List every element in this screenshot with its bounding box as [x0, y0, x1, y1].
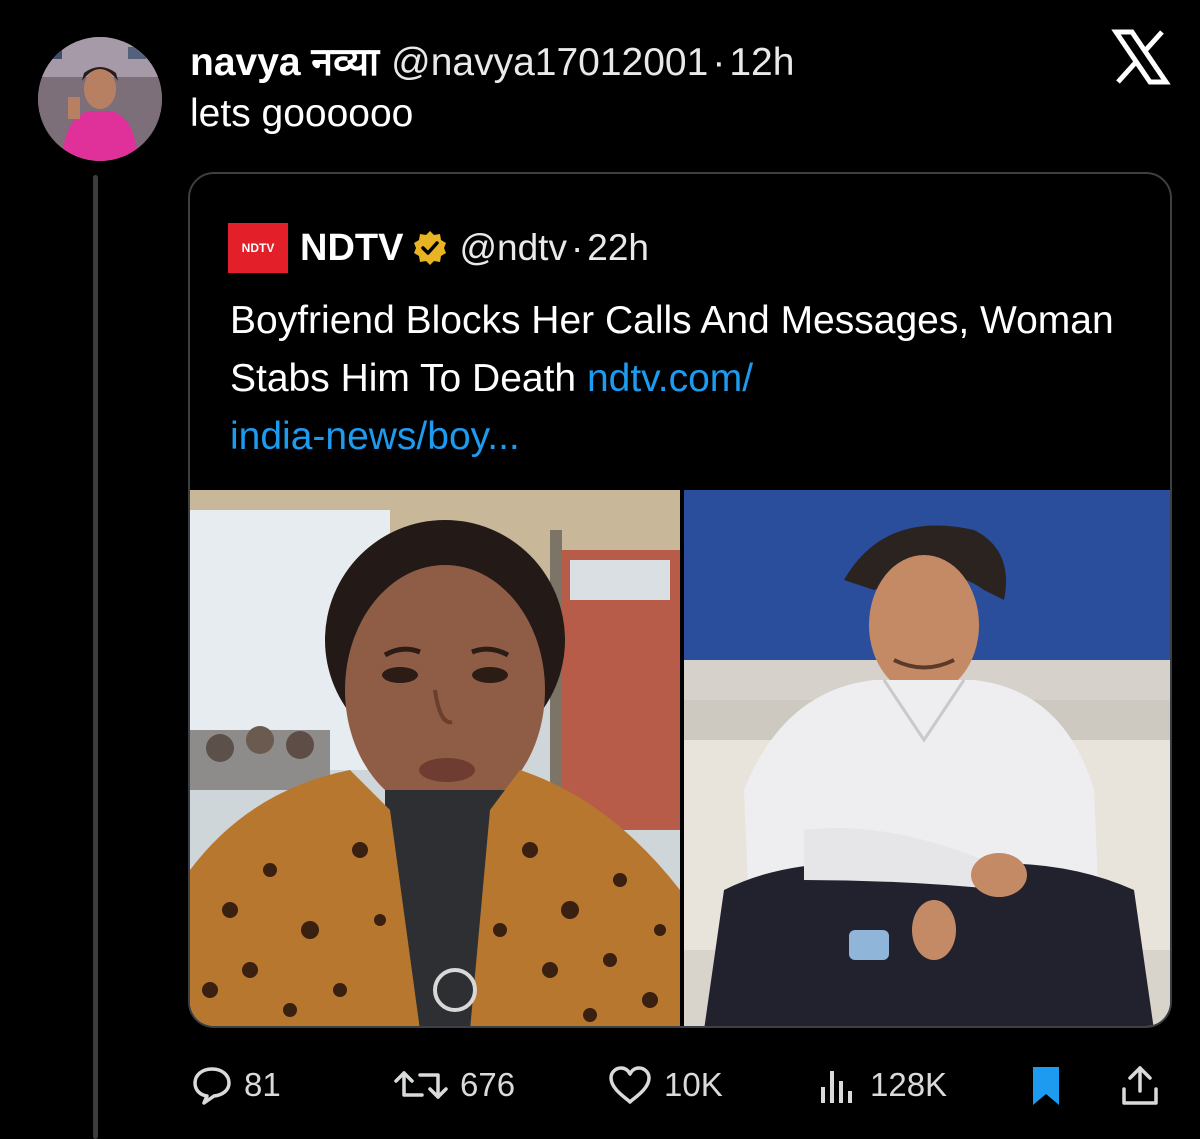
author-handle[interactable]: @navya17012001 [391, 41, 708, 85]
ndtv-avatar[interactable]: NDTV [228, 223, 288, 273]
quoted-handle[interactable]: @ndtv [459, 227, 567, 269]
quoted-time[interactable]: 22h [587, 227, 649, 269]
author-display-name[interactable]: navya नव्या [190, 34, 379, 87]
quoted-tweet-header: NDTV NDTV @ndtv · 22h [228, 222, 649, 274]
repost-count: 676 [460, 1066, 516, 1103]
reply-button[interactable]: 81 [190, 1055, 281, 1115]
share-button[interactable] [1118, 1055, 1162, 1115]
repost-button[interactable]: 676 [392, 1055, 515, 1115]
tweet-time[interactable]: 12h [729, 41, 794, 85]
quoted-display-name[interactable]: NDTV [300, 227, 403, 270]
like-button[interactable]: 10K [606, 1055, 723, 1115]
like-count: 10K [664, 1066, 723, 1103]
ndtv-logo-text: NDTV [241, 241, 275, 255]
tweet-text: lets goooooo [190, 92, 414, 135]
views-count: 128K [870, 1066, 948, 1103]
bookmark-button[interactable] [1024, 1055, 1068, 1115]
author-avatar[interactable] [38, 37, 162, 161]
repost-icon [392, 1063, 450, 1107]
media-man-photo[interactable] [684, 490, 1170, 1026]
separator-dot: · [712, 41, 726, 84]
views-chart-icon [816, 1063, 860, 1107]
tweet-actions: 81 676 10K 128K [0, 1055, 1200, 1115]
reply-icon [190, 1063, 234, 1107]
quoted-tweet-card[interactable]: NDTV NDTV @ndtv · 22h Boyfriend Blocks H… [188, 172, 1172, 1028]
quoted-tweet-text: Boyfriend Blocks Her Calls And Messages,… [230, 292, 1150, 466]
bookmark-icon [1024, 1063, 1068, 1107]
x-logo-icon [1110, 26, 1172, 88]
share-icon [1118, 1063, 1162, 1107]
reply-count: 81 [244, 1066, 281, 1103]
quoted-separator-dot: · [570, 227, 584, 268]
verified-badge-icon [411, 229, 449, 267]
views-button[interactable]: 128K [816, 1055, 947, 1115]
media-woman-photo[interactable] [190, 490, 680, 1026]
tweet-header: navya नव्या @navya17012001 · 12h [190, 34, 794, 84]
heart-icon [606, 1063, 654, 1107]
thread-line [93, 175, 98, 1139]
